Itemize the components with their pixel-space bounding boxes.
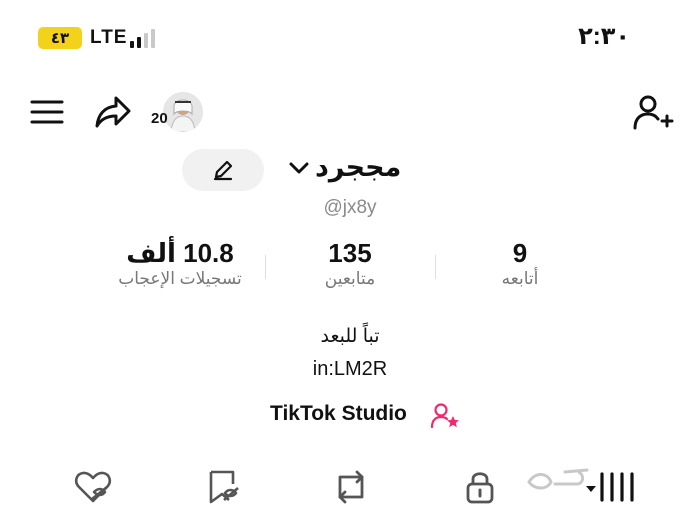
creator-icon[interactable]	[430, 402, 460, 435]
avatar-badge: 20	[151, 110, 168, 127]
username[interactable]: مججرد	[315, 152, 401, 183]
stat-value: 9	[512, 238, 528, 268]
stat-following[interactable]: 9 أتابعه	[420, 238, 620, 289]
chevron-down-icon[interactable]	[288, 160, 310, 181]
videos-grid-icon[interactable]	[582, 468, 638, 506]
bio-line: in:LM2R	[312, 358, 388, 380]
stat-label: أتابعه	[501, 269, 539, 288]
bio-line: تباً للبعد	[320, 326, 380, 347]
pencil-icon	[213, 160, 233, 181]
user-handle: @jx8y	[323, 197, 377, 218]
network-type: LTE	[90, 27, 128, 48]
add-user-icon[interactable]	[630, 92, 676, 132]
favorites-icon[interactable]	[203, 468, 245, 506]
liked-heart-icon[interactable]	[72, 468, 114, 506]
avatar[interactable]	[163, 92, 203, 132]
signal-icon	[130, 29, 155, 48]
status-time: ٢:٣٠	[578, 23, 630, 50]
battery-indicator: ٤٣	[38, 27, 82, 49]
private-lock-icon[interactable]	[460, 468, 500, 506]
edit-profile-button[interactable]	[182, 149, 264, 191]
share-icon[interactable]	[92, 92, 134, 132]
tiktok-studio-link[interactable]: TikTok Studio	[270, 402, 407, 426]
menu-icon[interactable]	[28, 96, 66, 128]
repost-icon[interactable]	[330, 468, 372, 506]
